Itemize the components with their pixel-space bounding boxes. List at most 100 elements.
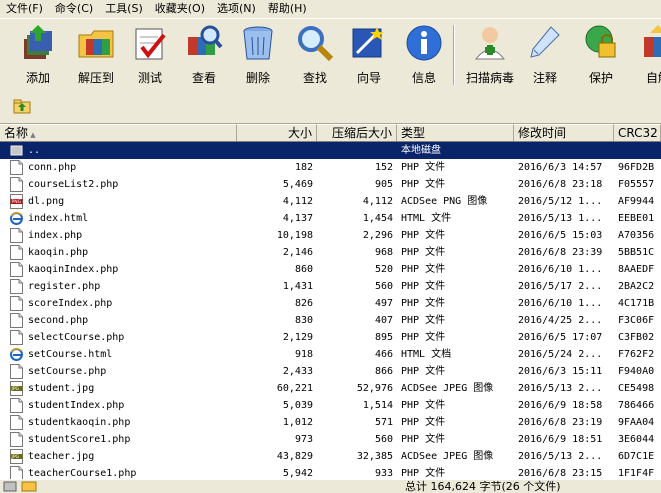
file-row[interactable]: selectCourse.php 2,129 895 PHP 文件 2016/6/5 1… <box>0 329 661 346</box>
toolbar-wizard-button[interactable]: 向导 <box>341 21 397 89</box>
file-row[interactable]: index.php 10,198 2,296 PHP 文件 2016/6/5 15:03… <box>0 227 661 244</box>
file-crc32: 96FD2B <box>618 162 655 173</box>
file-name: index.php <box>28 230 83 241</box>
file-crc32: F3C06F <box>618 315 655 326</box>
file-row[interactable]: conn.php 182 152 PHP 文件 2016/6/3 14:57 96FD2B <box>0 159 661 176</box>
file-name: studentScore1.php <box>28 434 131 445</box>
delete-icon <box>243 26 273 60</box>
toolbar: 添加 解压到 测试 查看 删除 查找 向导 信息 扫描病毒 注释 保护 自解 <box>0 18 661 92</box>
file-packed-size: 571 <box>374 417 393 428</box>
toolbar-view-button[interactable]: 查看 <box>176 21 232 89</box>
menu-item[interactable]: 选项(N) <box>211 0 262 17</box>
file-crc32: F05557 <box>618 179 655 190</box>
menu-item[interactable]: 命令(C) <box>49 0 99 17</box>
file-modified: 2016/5/17 2... <box>518 281 603 292</box>
toolbar-button-label: 自解 <box>645 71 661 85</box>
file-type: 本地磁盘 <box>401 145 441 156</box>
file-name-cell: second.php <box>0 312 237 329</box>
file-row[interactable]: setCourse.html 918 466 HTML 文档 2016/5/24 2..… <box>0 346 661 363</box>
file-crc32: F940A0 <box>618 366 655 377</box>
file-name: dl.png <box>28 196 65 207</box>
file-row[interactable]: studentIndex.php 5,039 1,514 PHP 文件 2016/6/9… <box>0 397 661 414</box>
file-modified: 2016/4/25 2... <box>518 315 603 326</box>
toolbar-button-label: 信息 <box>411 71 436 85</box>
column-header-crc32[interactable]: CRC32 <box>614 124 661 141</box>
file-size: 860 <box>294 264 313 275</box>
virus-scan-icon <box>474 27 506 60</box>
file-modified: 2016/5/13 2... <box>518 451 603 462</box>
file-row[interactable]: JPG student.jpg 60,221 52,976 ACDSee JPEG 图像… <box>0 380 661 397</box>
file-type: PHP 文件 <box>401 417 446 428</box>
file-row[interactable]: courseList2.php 5,469 905 PHP 文件 2016/6/8 23… <box>0 176 661 193</box>
toolbar-add-button[interactable]: 添加 <box>10 21 66 89</box>
file-packed-size: 933 <box>374 468 393 479</box>
file-name: student.jpg <box>28 383 95 394</box>
file-name: index.html <box>28 213 89 224</box>
file-row[interactable]: scoreIndex.php 826 497 PHP 文件 2016/6/10 1...… <box>0 295 661 312</box>
toolbar-info-button[interactable]: 信息 <box>396 21 452 89</box>
file-name: register.php <box>28 281 101 292</box>
toolbar-delete-button[interactable]: 删除 <box>230 21 286 89</box>
parent-folder-icon <box>10 145 23 156</box>
column-header-label: 压缩后大小 <box>331 126 392 140</box>
file-type: PHP 文件 <box>401 179 446 190</box>
toolbar-protect-button[interactable]: 保护 <box>573 21 629 89</box>
toolbar-sfx-button[interactable]: 自解 <box>630 21 661 89</box>
html-file-icon <box>10 348 23 361</box>
toolbar-comment-button[interactable]: 注释 <box>517 21 573 89</box>
file-type: PHP 文件 <box>401 230 446 241</box>
toolbar-button-label: 查找 <box>302 71 327 85</box>
column-header-type[interactable]: 类型 <box>397 124 514 141</box>
file-type: HTML 文档 <box>401 349 452 360</box>
protect-icon <box>585 25 616 58</box>
file-name: conn.php <box>28 162 77 173</box>
column-header-label: 修改时间 <box>518 126 567 140</box>
file-row[interactable]: studentScore1.php 973 560 PHP 文件 2016/6/9 18… <box>0 431 661 448</box>
find-icon <box>298 26 334 62</box>
toolbar-extract-to-button[interactable]: 解压到 <box>68 21 124 89</box>
file-crc32: 6D7C1E <box>618 451 655 462</box>
menu-item[interactable]: 收藏夹(O) <box>149 0 211 17</box>
file-row[interactable]: setCourse.php 2,433 866 PHP 文件 2016/6/3 15:1… <box>0 363 661 380</box>
toolbar-test-button[interactable]: 测试 <box>122 21 178 89</box>
file-row[interactable]: teacherCourse1.php 5,942 933 PHP 文件 2016/6/8… <box>0 465 661 479</box>
file-name-cell: index.php <box>0 227 237 244</box>
menu-item[interactable]: 工具(S) <box>99 0 149 17</box>
file-row[interactable]: second.php 830 407 PHP 文件 2016/4/25 2... F3C0… <box>0 312 661 329</box>
file-row[interactable]: PNG dl.png 4,112 4,112 ACDSee PNG 图像 2016/5/1… <box>0 193 661 210</box>
file-name-cell: PNG dl.png <box>0 193 237 210</box>
file-row[interactable]: studentkaoqin.php 1,012 571 PHP 文件 2016/6/8 … <box>0 414 661 431</box>
column-header-name[interactable]: 名称 ▲ <box>0 124 237 141</box>
column-header-size[interactable]: 大小 <box>237 124 317 141</box>
toolbar-virus-scan-button[interactable]: 扫描病毒 <box>462 21 518 89</box>
file-modified: 2016/6/8 23:19 <box>518 417 603 428</box>
column-header-packed[interactable]: 压缩后大小 <box>317 124 397 141</box>
extract-to-icon <box>78 30 114 58</box>
file-type: PHP 文件 <box>401 264 446 275</box>
file-row[interactable]: index.html 4,137 1,454 HTML 文件 2016/5/13 1..… <box>0 210 661 227</box>
file-row[interactable]: JPG teacher.jpg 43,829 32,385 ACDSee JPEG 图像… <box>0 448 661 465</box>
toolbar-button-label: 删除 <box>245 71 270 85</box>
file-name-cell: JPG student.jpg <box>0 380 237 397</box>
up-folder-icon[interactable] <box>12 96 32 116</box>
file-list: 名称 ▲ 大小 压缩后大小 类型 修改时间 CRC32 .. 本地磁盘 conn.php 182… <box>0 124 661 479</box>
parent-folder-row[interactable]: .. 本地磁盘 <box>0 142 661 159</box>
menu-item[interactable]: 帮助(H) <box>262 0 313 17</box>
toolbar-find-button[interactable]: 查找 <box>287 21 343 89</box>
file-name-cell: courseList2.php <box>0 176 237 193</box>
file-name: selectCourse.php <box>28 332 125 343</box>
file-modified: 2016/6/10 1... <box>518 298 603 309</box>
file-name: setCourse.html <box>28 349 113 360</box>
jpg-image-icon: JPG <box>10 381 23 396</box>
file-row[interactable]: register.php 1,431 560 PHP 文件 2016/5/17 2...… <box>0 278 661 295</box>
file-row[interactable]: kaoqinIndex.php 860 520 PHP 文件 2016/6/10 1..… <box>0 261 661 278</box>
file-name-cell: kaoqin.php <box>0 244 237 261</box>
toolbar-button-label: 注释 <box>532 71 557 85</box>
file-row[interactable]: kaoqin.php 2,146 968 PHP 文件 2016/6/8 23:39 5B… <box>0 244 661 261</box>
menu-item[interactable]: 文件(F) <box>0 0 49 17</box>
php-file-icon <box>10 432 23 447</box>
file-type: PHP 文件 <box>401 298 446 309</box>
column-header-modified[interactable]: 修改时间 <box>514 124 614 141</box>
file-size: 5,942 <box>282 468 313 479</box>
file-modified: 2016/6/8 23:39 <box>518 247 603 258</box>
